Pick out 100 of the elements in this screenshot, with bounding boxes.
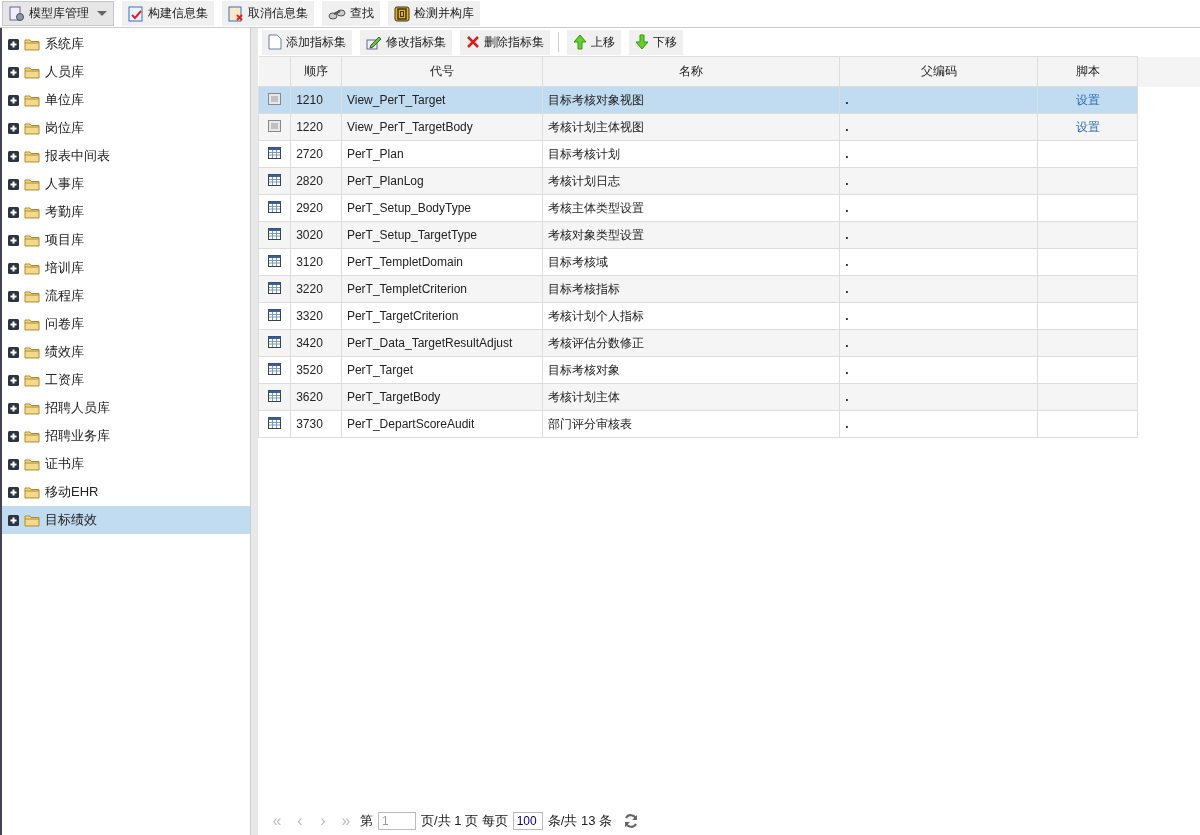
tree-item[interactable]: 招聘业务库 [2,422,250,450]
page-size-field[interactable]: 100 [512,812,543,830]
table-row[interactable]: 2820 PerT_PlanLog 考核计划日志 . [258,167,1200,195]
table-cell: 目标考核域 [542,248,840,276]
expand-icon [8,430,19,442]
tree-item[interactable]: 人员库 [2,58,250,86]
grid-toolbar-button[interactable]: 添加指标集 [262,29,352,55]
model-library-menu-button[interactable]: 模型库管理 [2,1,114,26]
table-icon [268,416,282,429]
table-cell: . [839,275,1038,303]
tree-label: 招聘人员库 [45,399,110,417]
table-row[interactable]: 2920 PerT_Setup_BodyType 考核主体类型设置 . [258,194,1200,222]
tree-item[interactable]: 单位库 [2,86,250,114]
tree-item[interactable]: 考勤库 [2,198,250,226]
tree-label: 移动EHR [45,483,99,501]
table-row[interactable]: 3020 PerT_Setup_TargetType 考核对象类型设置 . [258,221,1200,249]
table-cell: . [839,383,1038,411]
grid-toolbar-button[interactable]: 上移 [567,29,621,55]
table-cell: PerT_TargetCriterion [341,302,542,330]
table-cell: 考核计划主体视图 [542,113,840,141]
table-cell: 考核对象类型设置 [542,221,840,249]
tree-label: 问卷库 [45,315,84,333]
tree-item[interactable]: 培训库 [2,254,250,282]
tree-item[interactable]: 岗位库 [2,114,250,142]
folder-icon [24,513,40,527]
table-cell: PerT_Plan [341,140,542,168]
table-cell: . [839,86,1038,114]
table-row[interactable]: 1220 View_PerT_TargetBody 考核计划主体视图 . 设置 [258,113,1200,141]
tree-item[interactable]: 招聘人员库 [2,394,250,422]
folder-icon [24,401,40,415]
table-cell: . [839,113,1038,141]
tree-item[interactable]: 报表中间表 [2,142,250,170]
folder-icon [24,289,40,303]
script-setting-link[interactable]: 设置 [1075,92,1100,107]
toolbar-button[interactable]: 查找 [322,1,380,26]
table-cell: 3730 [290,410,342,438]
up-arrow-icon [573,34,587,50]
table-cell: PerT_TempletCriterion [341,275,542,303]
tree-label: 工资库 [45,371,84,389]
toolbar-button[interactable]: 取消信息集 [222,1,314,26]
tree-label: 人事库 [45,175,84,193]
table-cell: . [839,140,1038,168]
folder-icon [24,457,40,471]
form-cross-icon [228,5,244,22]
toolbar-button[interactable]: 检测并构库 [388,1,480,26]
folder-icon [24,37,40,51]
tree-item[interactable]: 目标绩效 [2,506,250,534]
toolbar-button[interactable]: 构建信息集 [122,1,214,26]
script-setting-link[interactable]: 设置 [1075,119,1100,134]
table-cell: PerT_Data_TargetResultAdjust [341,329,542,357]
grid-toolbar-button[interactable]: 删除指标集 [460,29,550,55]
expand-icon [8,318,19,330]
table-row[interactable]: 3320 PerT_TargetCriterion 考核计划个人指标 . [258,302,1200,330]
tree-item[interactable]: 问卷库 [2,310,250,338]
pager-text: 第 [360,812,373,830]
table-cell: . [839,194,1038,222]
expand-icon [8,122,19,134]
column-header: 顺序 [290,56,342,87]
expand-icon [8,66,19,78]
tree-item[interactable]: 工资库 [2,366,250,394]
folder-icon [24,65,40,79]
column-header: 名称 [542,56,840,87]
cross-icon [466,35,480,49]
expand-icon [8,486,19,498]
table-row[interactable]: 3520 PerT_Target 目标考核对象 . [258,356,1200,384]
grid-toolbar-button[interactable]: 下移 [629,29,683,55]
table-row[interactable]: 3120 PerT_TempletDomain 目标考核域 . [258,248,1200,276]
table-row[interactable]: 3220 PerT_TempletCriterion 目标考核指标 . [258,275,1200,303]
table-cell: PerT_TempletDomain [341,248,542,276]
expand-icon [8,514,19,526]
refresh-icon[interactable] [623,813,639,829]
form-check-icon [128,5,144,22]
table-row[interactable]: 3420 PerT_Data_TargetResultAdjust 考核评估分数修正 . [258,329,1200,357]
tree-item[interactable]: 系统库 [2,30,250,58]
folder-icon [24,149,40,163]
table-cell: . [839,329,1038,357]
table-cell: PerT_Setup_BodyType [341,194,542,222]
table-row[interactable]: 3730 PerT_DepartScoreAudit 部门评分审核表 . [258,410,1200,438]
table-icon [268,254,282,267]
tree-item[interactable]: 项目库 [2,226,250,254]
table-row[interactable]: 2720 PerT_Plan 目标考核计划 . [258,140,1200,168]
expand-icon [8,262,19,274]
expand-icon [8,290,19,302]
tree-label: 人员库 [45,63,84,81]
tree-item[interactable]: 人事库 [2,170,250,198]
folder-icon [24,93,40,107]
table-cell: 3320 [290,302,342,330]
tree-item[interactable]: 移动EHR [2,478,250,506]
tree-label: 考勤库 [45,203,84,221]
table-row[interactable]: 1210 View_PerT_Target 目标考核对象视图 . 设置 [258,86,1200,114]
expand-icon [8,178,19,190]
tree-label: 报表中间表 [45,147,110,165]
folder-icon [24,345,40,359]
tree-item[interactable]: 证书库 [2,450,250,478]
table-row[interactable]: 3620 PerT_TargetBody 考核计划主体 . [258,383,1200,411]
grid-toolbar-button[interactable]: 修改指标集 [360,29,452,55]
tree-item[interactable]: 流程库 [2,282,250,310]
table-cell: PerT_PlanLog [341,167,542,195]
tree-item[interactable]: 绩效库 [2,338,250,366]
expand-icon [8,38,19,50]
